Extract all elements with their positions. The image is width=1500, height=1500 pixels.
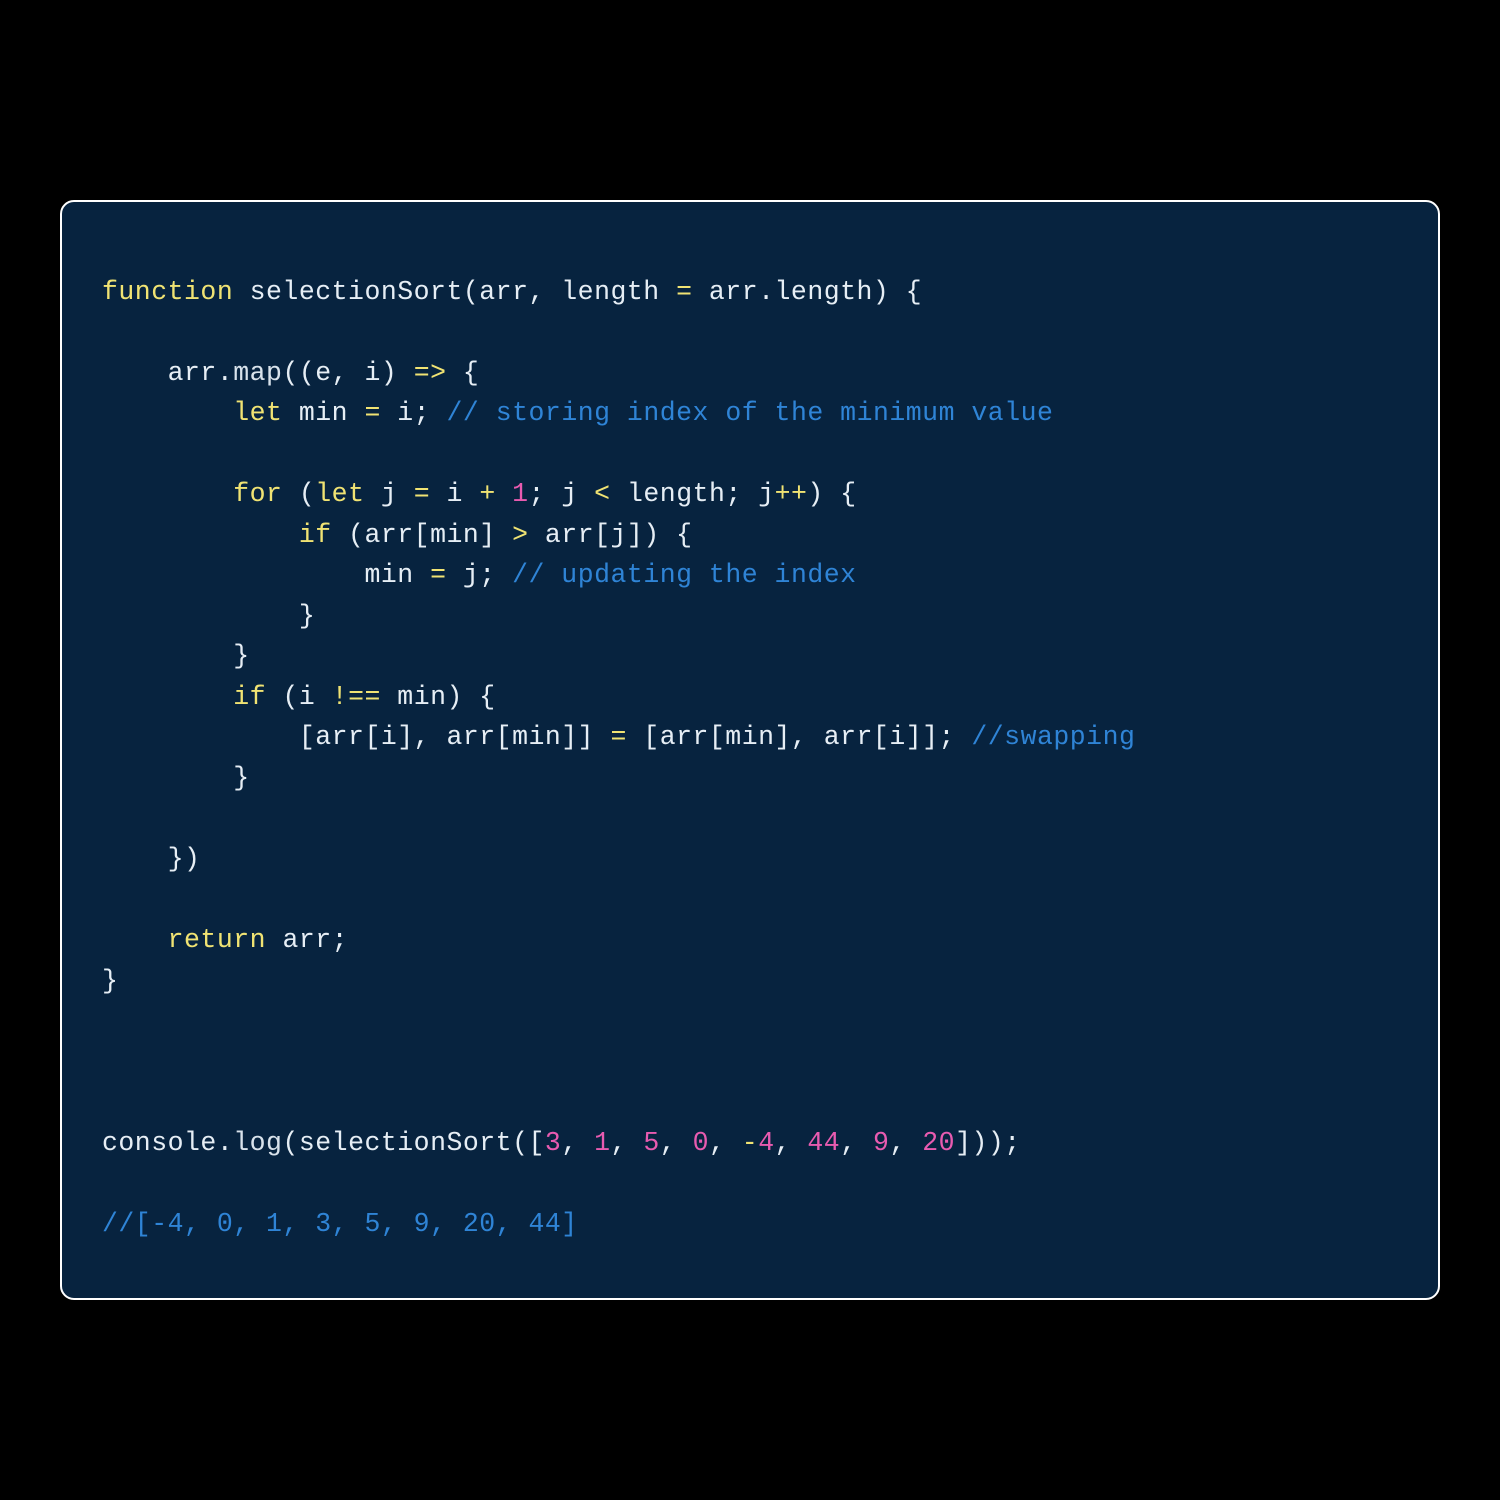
code-token-default: arr.length) { — [693, 277, 923, 307]
code-token-default: arr[j]) { — [529, 520, 693, 550]
code-line: [arr[i], arr[min]] = [arr[min], arr[i]];… — [102, 722, 1135, 752]
code-token-keyword: if — [233, 682, 266, 712]
code-listing: function selectionSort(arr, length = arr… — [102, 272, 1398, 1245]
code-token-default — [496, 479, 512, 509]
code-token-keyword: return — [168, 925, 266, 955]
code-token-default: min — [102, 560, 430, 590]
code-token-default — [102, 398, 233, 428]
code-token-keyword: = — [364, 398, 380, 428]
code-token-default: [arr[i], arr[min]] — [102, 722, 610, 752]
code-token-ident: log — [233, 1128, 282, 1158]
code-line: } — [102, 641, 250, 671]
code-token-keyword: if — [299, 520, 332, 550]
code-line: if (arr[min] > arr[j]) { — [102, 520, 693, 550]
code-token-number: 3 — [545, 1128, 561, 1158]
code-token-default: } — [102, 601, 315, 631]
code-token-default: ) { — [807, 479, 856, 509]
code-token-keyword: let — [233, 398, 282, 428]
code-token-keyword: = — [414, 479, 430, 509]
code-line: let min = i; // storing index of the min… — [102, 398, 1053, 428]
code-token-default: { — [447, 358, 480, 388]
code-line: }) — [102, 844, 200, 874]
code-token-keyword: ++ — [775, 479, 808, 509]
code-token-default: j — [364, 479, 413, 509]
code-block-card: function selectionSort(arr, length = arr… — [60, 200, 1440, 1301]
code-token-keyword: < — [594, 479, 610, 509]
code-token-default: , — [709, 1128, 742, 1158]
code-token-default — [102, 479, 233, 509]
page-stage: function selectionSort(arr, length = arr… — [0, 0, 1500, 1500]
code-token-comment: //swapping — [971, 722, 1135, 752]
code-token-comment: // storing index of the minimum value — [447, 398, 1054, 428]
code-line: } — [102, 966, 118, 996]
code-token-keyword: > — [512, 520, 528, 550]
code-token-keyword: for — [233, 479, 282, 509]
code-line: return arr; — [102, 925, 348, 955]
code-token-default: arr; — [266, 925, 348, 955]
code-token-default: length; j — [611, 479, 775, 509]
code-token-default: ((e, i) — [282, 358, 413, 388]
code-token-keyword: = — [430, 560, 446, 590]
code-line: //[-4, 0, 1, 3, 5, 9, 20, 44] — [102, 1209, 578, 1239]
code-token-default: arr. — [102, 358, 233, 388]
code-line: } — [102, 601, 315, 631]
code-token-keyword: + — [479, 479, 495, 509]
code-line: min = j; // updating the index — [102, 560, 857, 590]
code-token-default: (selectionSort([ — [282, 1128, 544, 1158]
code-token-default: min — [282, 398, 364, 428]
code-token-number: 5 — [643, 1128, 659, 1158]
code-token-default: } — [102, 966, 118, 996]
code-token-number: 20 — [922, 1128, 955, 1158]
code-token-keyword: = — [610, 722, 626, 752]
code-line: } — [102, 763, 250, 793]
code-token-default: console. — [102, 1128, 233, 1158]
code-token-default: min) { — [381, 682, 496, 712]
code-token-keyword: function — [102, 277, 250, 307]
code-token-default: selectionSort(arr, length — [250, 277, 676, 307]
code-token-default: ( — [282, 479, 315, 509]
code-token-number: 1 — [512, 479, 528, 509]
code-token-default: , — [840, 1128, 873, 1158]
code-token-default: i; — [381, 398, 447, 428]
code-line: if (i !== min) { — [102, 682, 496, 712]
code-line: console.log(selectionSort([3, 1, 5, 0, -… — [102, 1128, 1021, 1158]
code-token-default: ; j — [529, 479, 595, 509]
code-token-default: , — [775, 1128, 808, 1158]
code-line: arr.map((e, i) => { — [102, 358, 479, 388]
code-token-default: , — [889, 1128, 922, 1158]
code-token-default: , — [611, 1128, 644, 1158]
code-token-number: 1 — [594, 1128, 610, 1158]
code-token-default: (i — [266, 682, 332, 712]
code-token-number: 9 — [873, 1128, 889, 1158]
code-token-ident: map — [233, 358, 282, 388]
code-token-number: 44 — [807, 1128, 840, 1158]
code-token-keyword: - — [742, 1128, 758, 1158]
code-token-default — [102, 682, 233, 712]
code-token-default: }) — [102, 844, 200, 874]
code-token-default: , — [660, 1128, 693, 1158]
code-token-default — [102, 520, 299, 550]
code-line: function selectionSort(arr, length = arr… — [102, 277, 922, 307]
code-line: for (let j = i + 1; j < length; j++) { — [102, 479, 857, 509]
code-token-default: (arr[min] — [332, 520, 512, 550]
code-token-number: 0 — [693, 1128, 709, 1158]
code-token-default: } — [102, 763, 250, 793]
code-token-default: [arr[min], arr[i]]; — [627, 722, 971, 752]
code-token-default: i — [430, 479, 479, 509]
code-token-keyword: let — [315, 479, 364, 509]
code-token-keyword: !== — [332, 682, 381, 712]
code-token-keyword: => — [414, 358, 447, 388]
code-token-comment: // updating the index — [512, 560, 856, 590]
code-token-comment: //[-4, 0, 1, 3, 5, 9, 20, 44] — [102, 1209, 578, 1239]
code-token-default: , — [561, 1128, 594, 1158]
code-token-default: } — [102, 641, 250, 671]
code-token-number: 4 — [758, 1128, 774, 1158]
code-token-keyword: = — [676, 277, 692, 307]
code-token-default: ])); — [955, 1128, 1021, 1158]
code-token-default — [102, 925, 168, 955]
code-token-default: j; — [446, 560, 512, 590]
